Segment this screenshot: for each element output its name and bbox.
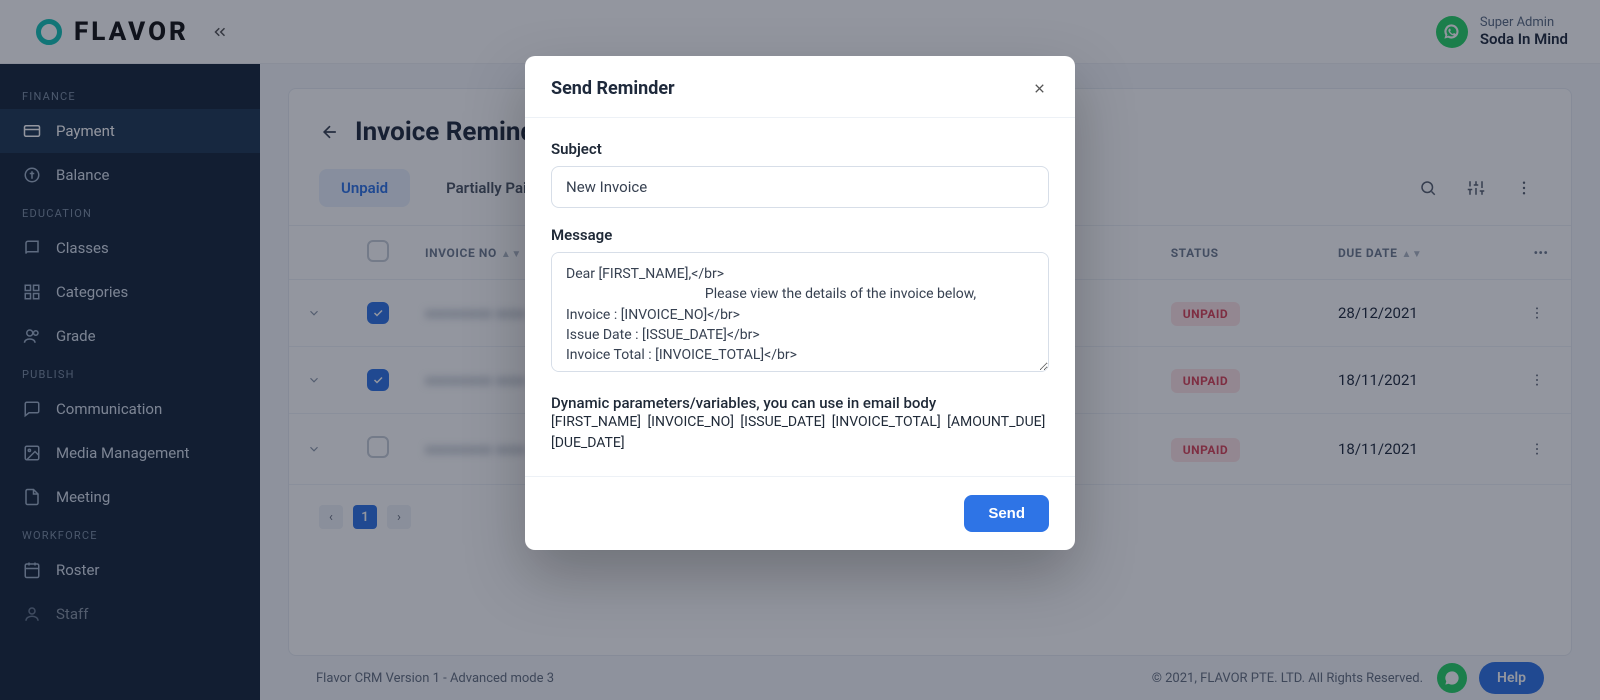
modal-title: Send Reminder (551, 78, 675, 99)
send-reminder-modal: Send Reminder Subject Message Dynamic pa… (525, 56, 1075, 550)
send-button[interactable]: Send (964, 495, 1049, 532)
modal-overlay[interactable]: Send Reminder Subject Message Dynamic pa… (0, 0, 1600, 700)
close-button[interactable] (1029, 79, 1049, 99)
dynamic-params-list: [FIRST_NAME] [INVOICE_NO] [ISSUE_DATE] [… (551, 412, 1049, 454)
subject-input[interactable] (551, 166, 1049, 208)
dynamic-params-title: Dynamic parameters/variables, you can us… (551, 394, 1049, 412)
message-textarea[interactable] (551, 252, 1049, 372)
subject-label: Subject (551, 140, 1049, 158)
message-label: Message (551, 226, 1049, 244)
close-icon (1032, 81, 1047, 96)
